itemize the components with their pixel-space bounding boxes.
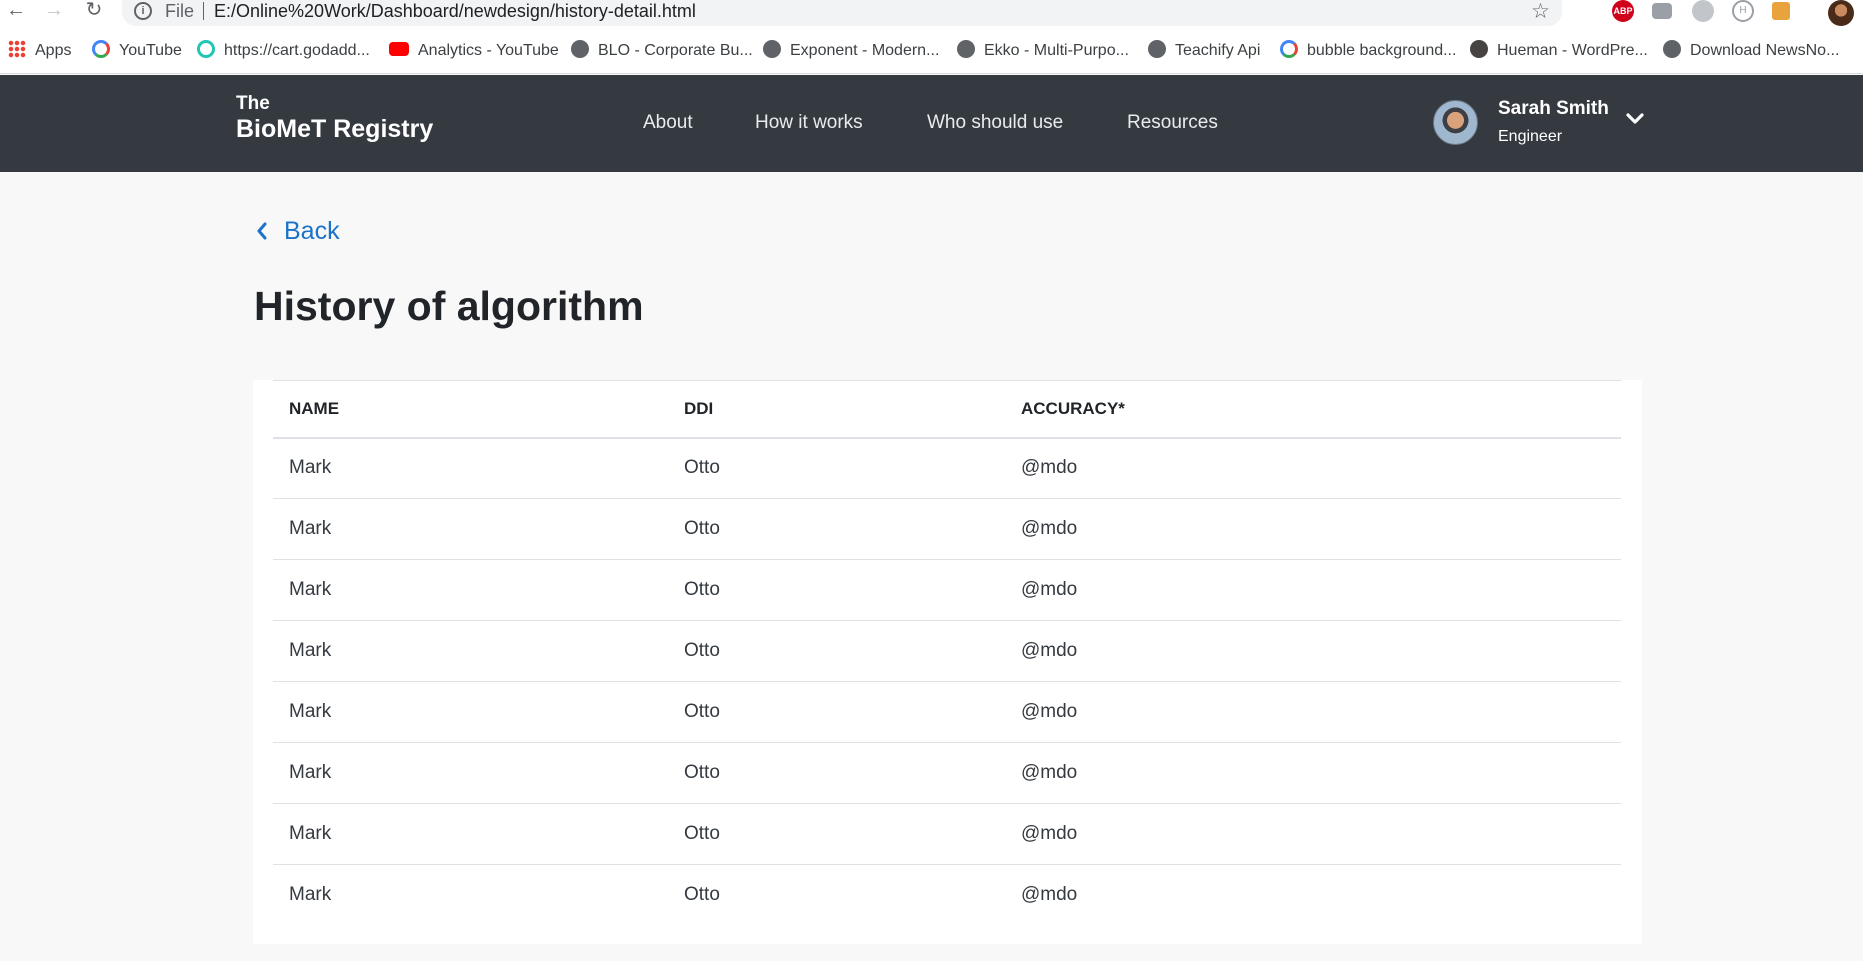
nav-resources[interactable]: Resources [1127,112,1218,134]
nav-how-it-works[interactable]: How it works [755,112,863,134]
cell-accuracy: @mdo [1021,762,1078,783]
cell-name: Mark [289,884,332,906]
bookmark-godaddy[interactable]: https://cart.godadd... [197,40,370,62]
bookmarks-bar: Apps YouTube https://cart.godadd... Anal… [0,36,1863,66]
url-divider [203,2,204,20]
cell-ddi: Otto [684,701,720,722]
camera-extension-icon[interactable] [1652,3,1672,19]
url-text[interactable]: E:/Online%20Work/Dashboard/newdesign/his… [214,1,696,22]
wordpress-icon [1470,40,1488,58]
globe-icon [763,40,781,58]
back-arrow-icon[interactable]: ← [2,0,30,22]
history-table-card: NAME DDI ACCURACY* Mark Otto @mdo Mark Otto… [253,380,1642,944]
cell-name: Mark [289,518,332,539]
column-header-ddi: DDI [684,398,714,418]
bookmark-blo[interactable]: BLO - Corporate Bu... [571,40,753,62]
history-table: NAME DDI ACCURACY* Mark Otto @mdo Mark Otto… [273,380,1621,926]
chevron-left-icon [257,222,267,240]
globe-extension-icon[interactable] [1692,0,1714,22]
address-bar[interactable]: i File E:/Online%20Work/Dashboard/newdes… [122,0,1562,26]
bookmark-youtube[interactable]: YouTube [92,40,182,62]
google-icon [92,40,110,58]
table-row: Mark Otto @mdo [273,621,1621,682]
user-role: Engineer [1498,128,1563,145]
table-row: Mark Otto @mdo [273,865,1621,926]
table-body: Mark Otto @mdo Mark Otto @mdo Mark Otto @mdo M… [273,438,1621,926]
cell-accuracy: @mdo [1021,701,1078,722]
bookmark-analytics-youtube[interactable]: Analytics - YouTube [389,40,559,62]
logo-line2[interactable]: BioMeT Registry [236,115,433,144]
cell-accuracy: @mdo [1021,884,1078,906]
page-title: History of algorithm [254,283,644,329]
bookmark-apps[interactable]: Apps [8,40,71,62]
table-row: Mark Otto @mdo [273,438,1621,499]
table-row: Mark Otto @mdo [273,804,1621,865]
cell-name: Mark [289,823,332,844]
cell-ddi: Otto [684,762,720,783]
globe-icon [1148,40,1166,58]
globe-icon [571,40,589,58]
table-row: Mark Otto @mdo [273,499,1621,560]
info-icon[interactable]: i [134,2,152,20]
reload-icon[interactable]: ↻ [80,0,108,22]
adblock-extension-icon[interactable]: ABP [1612,0,1634,22]
cell-name: Mark [289,640,332,661]
bookmark-teachify[interactable]: Teachify Api [1148,40,1260,62]
nav-about[interactable]: About [643,112,693,134]
user-avatar[interactable] [1433,100,1478,145]
bookmark-hueman[interactable]: Hueman - WordPre... [1470,40,1648,62]
cell-name: Mark [289,762,332,783]
url-scheme-label: File [165,1,195,21]
youtube-icon [389,42,409,56]
cell-name: Mark [289,579,332,600]
bookmark-newsno[interactable]: Download NewsNo... [1663,40,1839,62]
column-header-name: NAME [289,398,340,418]
cell-ddi: Otto [684,640,720,661]
table-header-row: NAME DDI ACCURACY* [273,380,1621,438]
globe-icon [957,40,975,58]
cell-name: Mark [289,701,332,722]
table-row: Mark Otto @mdo [273,560,1621,621]
nav-who-should-use[interactable]: Who should use [927,112,1063,134]
cell-accuracy: @mdo [1021,457,1078,479]
cell-accuracy: @mdo [1021,518,1078,539]
bookmark-star-icon[interactable]: ☆ [1531,0,1550,24]
cell-accuracy: @mdo [1021,579,1078,600]
logo-line1[interactable]: The [236,93,270,115]
user-name[interactable]: Sarah Smith [1498,98,1609,120]
bookmark-exponent[interactable]: Exponent - Modern... [763,40,939,62]
table-row: Mark Otto @mdo [273,743,1621,804]
cell-ddi: Otto [684,518,720,539]
table-row: Mark Otto @mdo [273,682,1621,743]
swirl-icon [197,40,215,58]
cell-accuracy: @mdo [1021,823,1078,844]
column-header-accuracy: ACCURACY* [1021,398,1125,418]
site-header: The BioMeT Registry About How it works W… [0,75,1863,172]
tool-extension-icon[interactable] [1772,2,1790,20]
cell-ddi: Otto [684,457,720,479]
bookmark-ekko[interactable]: Ekko - Multi-Purpo... [957,40,1129,62]
cell-name: Mark [289,457,332,479]
cell-accuracy: @mdo [1021,640,1078,661]
h-extension-icon[interactable]: H [1732,0,1754,22]
back-link[interactable]: Back [256,217,340,246]
cell-ddi: Otto [684,823,720,844]
apps-icon [8,40,26,58]
browser-chrome: ← → ↻ i File E:/Online%20Work/Dashboard/… [0,0,1863,74]
profile-avatar[interactable] [1828,0,1854,26]
chevron-down-icon[interactable] [1625,109,1645,129]
forward-arrow-icon[interactable]: → [40,0,68,22]
back-label: Back [284,217,340,245]
bookmark-bubble[interactable]: bubble background... [1280,40,1456,62]
cell-ddi: Otto [684,579,720,600]
google-icon [1280,40,1298,58]
globe-icon [1663,40,1681,58]
cell-ddi: Otto [684,884,720,906]
